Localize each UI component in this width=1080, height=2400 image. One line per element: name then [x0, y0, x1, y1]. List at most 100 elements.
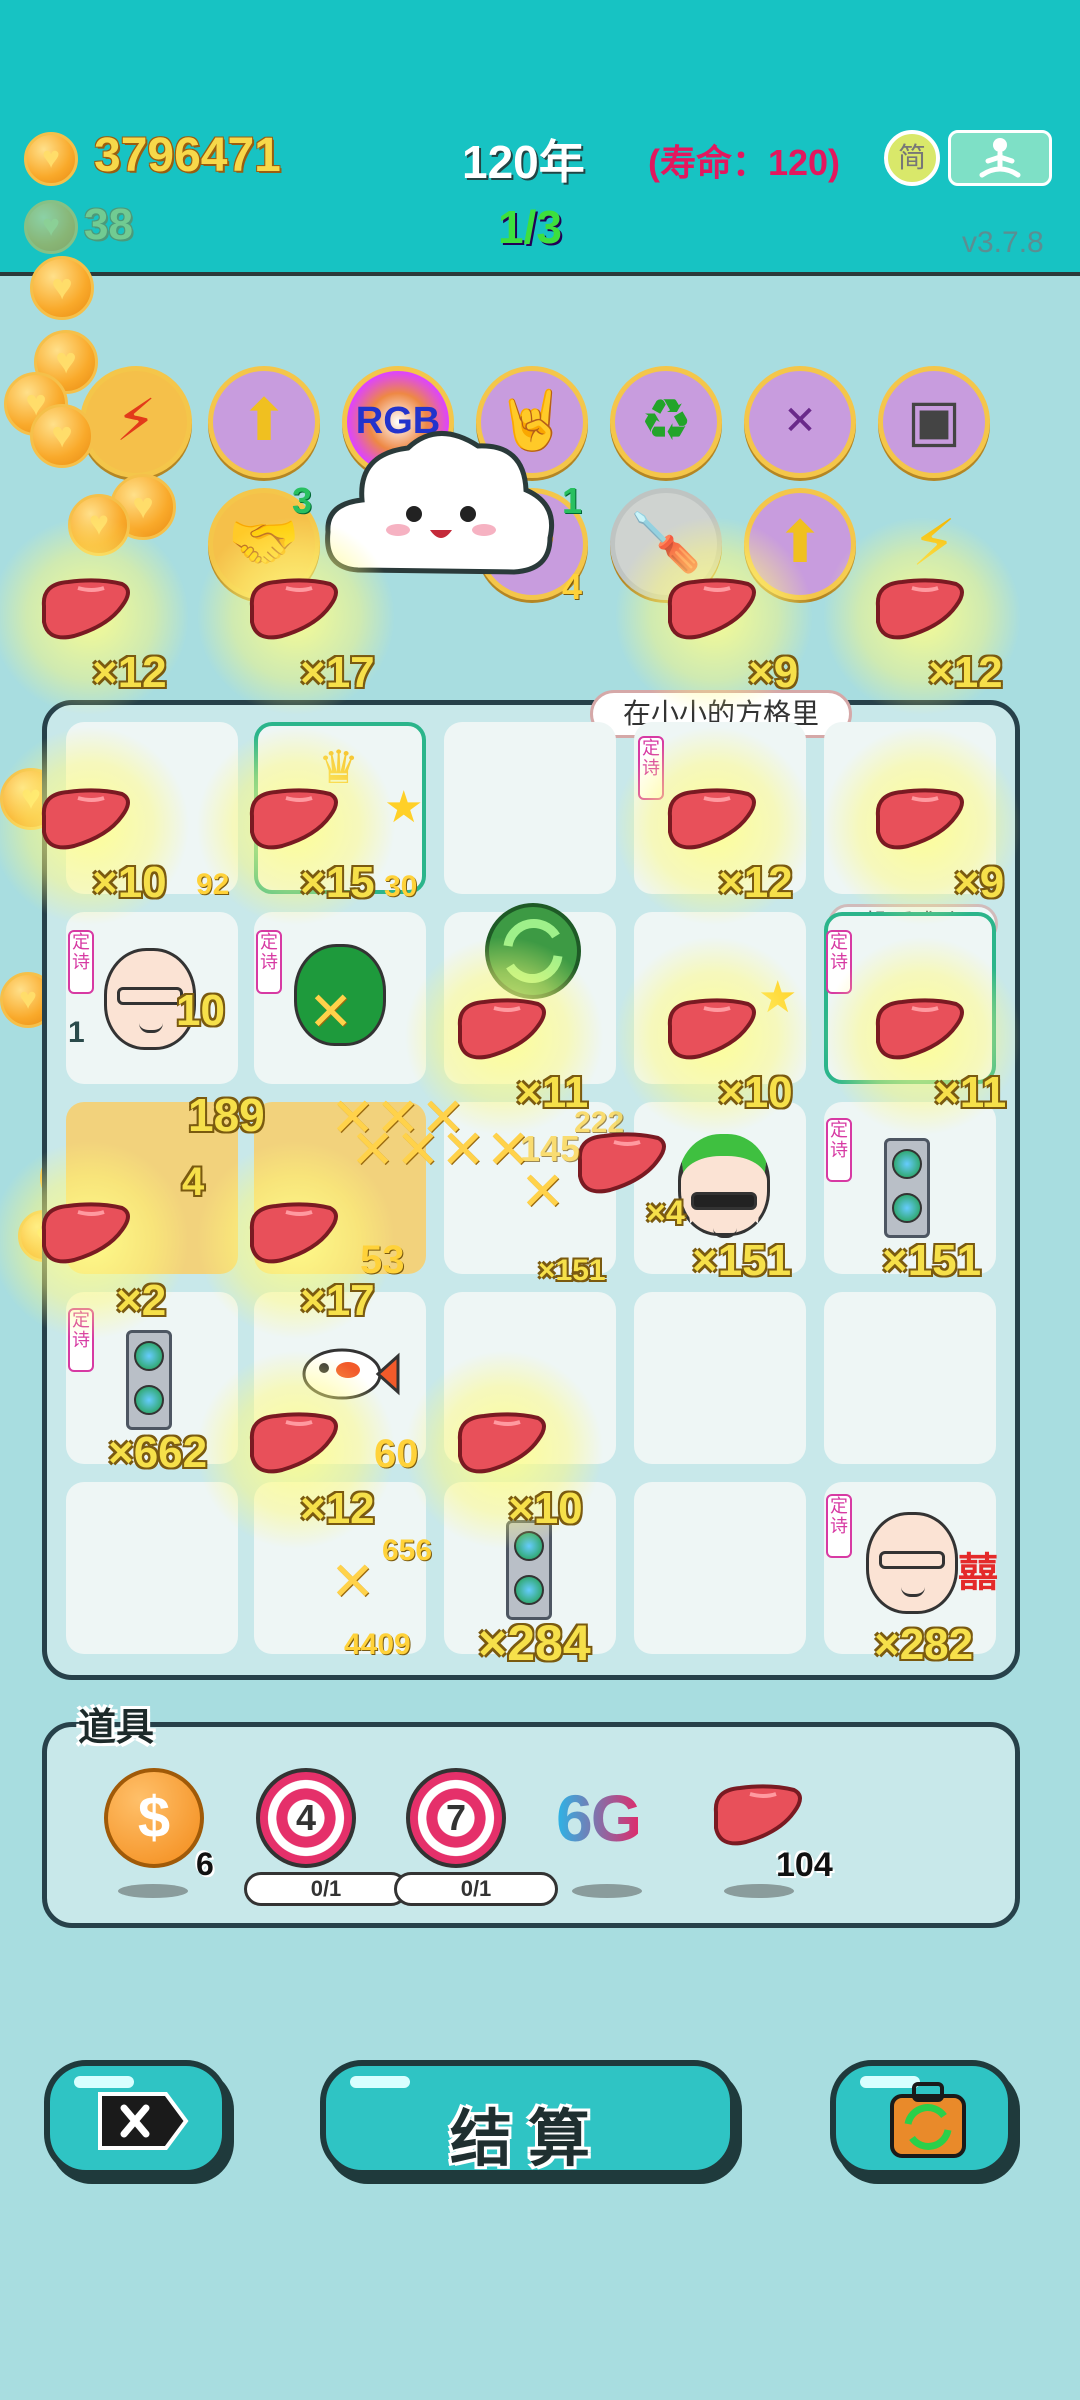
- multiplier-label: ×151: [538, 1254, 606, 1287]
- multiplier-label: ×10: [718, 1068, 793, 1117]
- multiplier-label: ×12: [718, 858, 793, 907]
- liver-item-icon[interactable]: [710, 1782, 804, 1852]
- coin-icon: [30, 256, 94, 320]
- target-item-icon[interactable]: 4: [256, 1768, 356, 1868]
- rarity-tag: 定诗: [68, 930, 94, 994]
- level-progress: 1/3: [498, 201, 562, 253]
- multiplier-label: ×12: [300, 1484, 375, 1533]
- multiplier-label: ×17: [300, 1276, 375, 1325]
- rarity-tag: 定诗: [826, 1118, 852, 1182]
- cross-mark-icon: ✕: [308, 982, 354, 1042]
- multiplier-label: ×151: [882, 1236, 982, 1285]
- liver-icon: [574, 1130, 668, 1200]
- rarity-tag: 定诗: [826, 1494, 852, 1558]
- multiplier-label: ×15: [300, 858, 375, 907]
- multiplier-label: ×12: [92, 648, 167, 697]
- bonus-number: 656: [382, 1534, 433, 1567]
- gpu-card-icon: [884, 1138, 930, 1238]
- chip-icon[interactable]: ▣: [878, 366, 990, 478]
- liver-icon: [872, 996, 966, 1066]
- secondary-coin-icon: [24, 200, 78, 254]
- target-item-icon[interactable]: 7: [406, 1768, 506, 1868]
- liver-icon: [664, 996, 758, 1066]
- relic-count: 4: [562, 566, 583, 607]
- bonus-number: 4: [182, 1160, 205, 1204]
- close-button[interactable]: [44, 2060, 228, 2176]
- recycle-icon[interactable]: ♻: [610, 366, 722, 478]
- meditate-button[interactable]: [948, 130, 1052, 186]
- bonus-number: 145: [520, 1128, 581, 1169]
- cross-mark-icon: ✕✕✕✕: [350, 1120, 531, 1180]
- coin-icon: [24, 132, 78, 186]
- liver-icon: [38, 1200, 132, 1270]
- meditate-icon: [979, 138, 1021, 178]
- bonus-number: 60: [374, 1432, 419, 1476]
- multiplier-label: ×10: [92, 858, 167, 907]
- year-label: 120年: [462, 136, 585, 188]
- settle-button[interactable]: 结算: [320, 2060, 736, 2176]
- multiplier-label: ×17: [300, 648, 375, 697]
- multiplier-label: ×284: [478, 1615, 591, 1671]
- liver-icon: [246, 1200, 340, 1270]
- secondary-counter: 38: [84, 200, 133, 249]
- bonus-number: 92: [196, 868, 230, 901]
- board-cell[interactable]: [66, 1482, 238, 1654]
- bonus-number: 4409: [344, 1628, 411, 1661]
- bag-refresh-icon: [890, 2082, 966, 2158]
- liver-icon: [246, 576, 340, 646]
- props-title: 道具: [78, 1707, 155, 1749]
- multiplier-label: ×662: [108, 1428, 208, 1477]
- multiplier-label: ×9: [748, 648, 799, 697]
- multiplier-label: ×9: [954, 858, 1005, 907]
- swap-bag-button[interactable]: [830, 2060, 1014, 2176]
- coin-counter: 3796471: [94, 129, 281, 182]
- liver-icon: [246, 786, 340, 856]
- liver-icon: [872, 786, 966, 856]
- bonus-number: 10: [176, 986, 225, 1035]
- board-cell[interactable]: [444, 722, 616, 894]
- lightning-icon[interactable]: ⚡: [80, 366, 192, 478]
- multiplier-label: ×10: [508, 1484, 583, 1533]
- bonus-number: 53: [360, 1238, 405, 1282]
- gpu-card-icon: [126, 1330, 172, 1430]
- rarity-tag: 定诗: [256, 930, 282, 994]
- target-progress: 0/1: [394, 1872, 558, 1906]
- board-cell[interactable]: [824, 1292, 996, 1464]
- old-man-face-icon: [866, 1512, 958, 1614]
- 6g-item-icon[interactable]: 6G: [556, 1780, 642, 1856]
- multiplier-label: ×12: [928, 648, 1003, 697]
- liver-icon: [454, 1410, 548, 1480]
- liver-icon: [38, 786, 132, 856]
- bowls-arrow-icon[interactable]: ⬆: [208, 366, 320, 478]
- multiplier-label: ×2: [116, 1276, 167, 1325]
- flower-count: 1: [562, 480, 583, 521]
- coin-icon: [30, 404, 94, 468]
- language-toggle-button[interactable]: 简: [884, 130, 940, 186]
- bonus-number: 1: [68, 1016, 85, 1049]
- multiplier-label: ×4: [646, 1194, 685, 1232]
- item-shadow: [118, 1884, 188, 1898]
- target-progress: 0/1: [244, 1872, 408, 1906]
- settle-label: 结算: [449, 2105, 606, 2174]
- cross-mark-icon: ✕: [330, 1552, 376, 1612]
- sunglasses-face-icon: [678, 1134, 770, 1238]
- item-shadow: [724, 1884, 794, 1898]
- board-cell[interactable]: [634, 1482, 806, 1654]
- red-character-icon: 囍: [958, 1551, 998, 1595]
- math-head-icon[interactable]: ✕: [744, 366, 856, 478]
- multiplier-label: ×282: [874, 1620, 974, 1669]
- multiplier-label: ×11: [934, 1068, 1007, 1117]
- liver-icon: [454, 996, 548, 1066]
- board-cell[interactable]: [634, 1292, 806, 1464]
- bonus-number: 222: [574, 1106, 625, 1139]
- multiplier-label: ×151: [692, 1236, 792, 1285]
- dollar-count: 6: [196, 1846, 214, 1882]
- lifespan-label: (寿命：120): [648, 142, 841, 183]
- liver-icon: [872, 576, 966, 646]
- liver-count: 104: [776, 1846, 833, 1884]
- liver-icon: [246, 1410, 340, 1480]
- close-tag-icon: [98, 2092, 189, 2150]
- liver-icon: [664, 576, 758, 646]
- bonus-number: 189: [188, 1089, 265, 1141]
- dollar-coin-icon[interactable]: $: [104, 1768, 204, 1868]
